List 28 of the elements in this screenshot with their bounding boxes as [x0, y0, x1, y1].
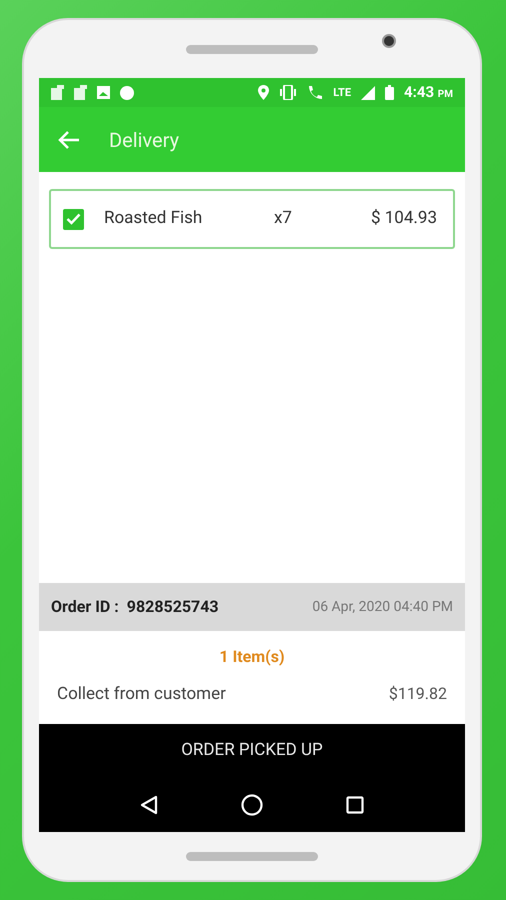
circle-icon: [120, 86, 134, 100]
app-notification-icon: [51, 85, 64, 100]
location-icon: [258, 85, 270, 100]
recents-nav-icon[interactable]: [346, 796, 364, 814]
signal-icon: [361, 86, 376, 100]
order-id: 9828525743: [126, 596, 219, 618]
network-type: LTE: [333, 87, 352, 98]
order-id-label: Order ID :: [51, 596, 119, 618]
item-count: 1 Item(s): [219, 646, 285, 668]
vibrate-icon: [279, 85, 298, 100]
item-checkbox[interactable]: [63, 208, 84, 230]
image-icon: [97, 86, 110, 99]
phone-call-icon: [307, 85, 324, 100]
home-nav-icon[interactable]: [240, 794, 263, 816]
status-time: 4:43 PM: [404, 82, 453, 104]
collect-label: Collect from customer: [57, 683, 226, 706]
back-nav-icon[interactable]: [140, 795, 158, 815]
check-icon: [66, 213, 81, 225]
collect-amount: $119.82: [388, 683, 447, 705]
order-picked-up-button[interactable]: ORDER PICKED UP: [39, 724, 465, 778]
app-notification-icon: [74, 85, 87, 100]
order-date: 06 Apr, 2020 04:40 PM: [312, 598, 453, 616]
camera-icon: [382, 34, 396, 48]
item-name: Roasted Fish: [104, 207, 204, 230]
battery-icon: [385, 85, 394, 100]
item-quantity: x7: [274, 207, 292, 230]
item-price: $ 104.93: [370, 207, 437, 230]
toolbar-title: Delivery: [109, 126, 180, 154]
